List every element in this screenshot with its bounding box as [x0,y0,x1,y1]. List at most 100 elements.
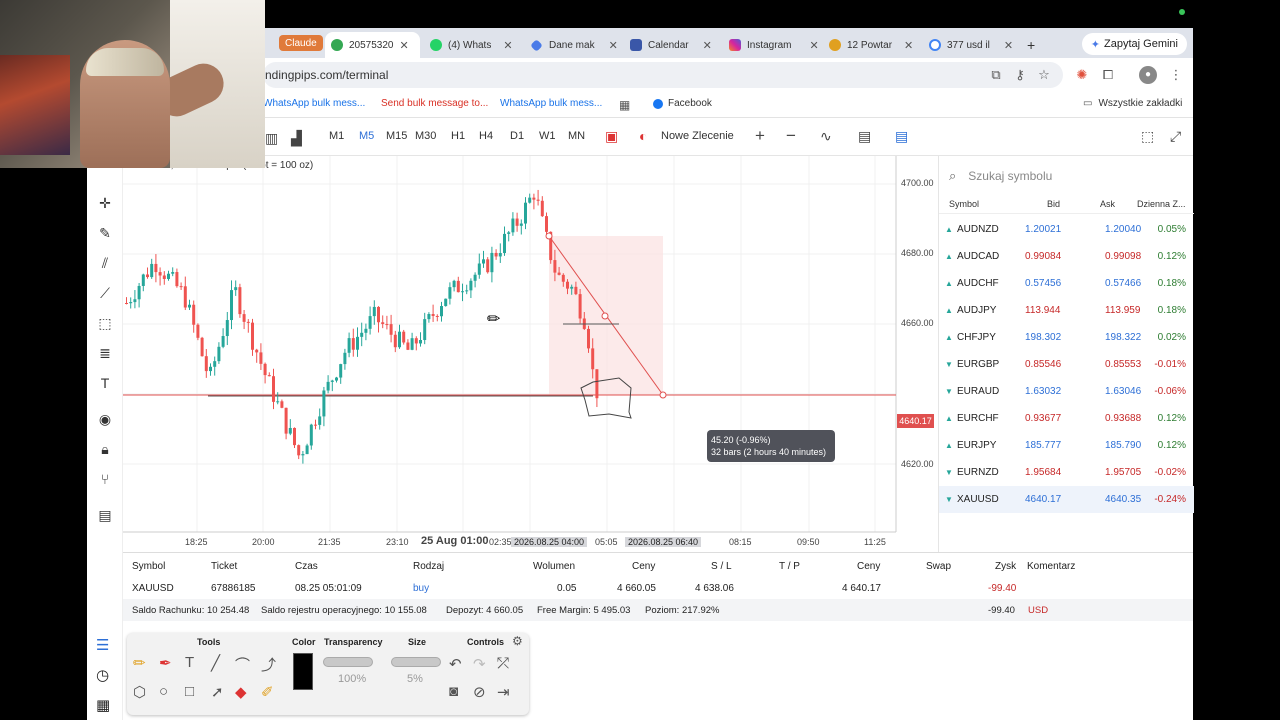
pencil-icon[interactable]: ✏ [133,654,146,672]
undo-icon[interactable]: ↶ [449,655,462,673]
rectangle-tool-icon[interactable]: ⬚ [96,314,114,332]
zoom-in-button[interactable]: + [755,126,765,146]
chart-type-icon[interactable]: ▥ [265,130,278,147]
tab-whatsapp[interactable]: (4) Whats ✕ [430,32,513,58]
exit-icon[interactable]: ⇥ [497,683,510,701]
symbol-row-audcad[interactable]: ▲ AUDCAD 0.99084 0.99098 0.12% [939,243,1194,270]
tab-google[interactable]: 377 usd il ✕ [929,32,1013,58]
new-tab-button[interactable]: + [1027,32,1035,58]
hide-icon[interactable]: ⊘ [473,683,486,701]
timeframe-h4[interactable]: H4 [479,130,493,142]
tab-dane[interactable]: Dane mak ✕ [530,32,618,58]
tree-icon[interactable]: ⑂ [96,470,114,488]
parallel-lines-icon[interactable]: ⫽ [96,254,114,272]
camera-icon[interactable]: ◙ [449,683,458,700]
history-icon[interactable]: ◷ [96,666,109,684]
more-icon[interactable]: ⋮ [1167,66,1185,84]
lock-icon[interactable]: 🔒︎ [96,440,114,458]
symbol-row-eurgbp[interactable]: ▼ EURGBP 0.85546 0.85553 -0.01% [939,351,1194,378]
symbol-row-euraud[interactable]: ▼ EURAUD 1.63032 1.63046 -0.06% [939,378,1194,405]
symbol-row-eurchf[interactable]: ▲ EURCHF 0.93677 0.93688 0.12% [939,405,1194,432]
timeframe-w1[interactable]: W1 [539,130,556,142]
bookmark-facebook[interactable]: Facebook [653,98,712,109]
elbow-icon[interactable]: ⤴ [261,654,276,675]
zoom-out-button[interactable]: − [786,126,796,146]
timeframe-m30[interactable]: M30 [415,130,436,142]
timeframe-m1[interactable]: M1 [329,130,344,142]
star-icon[interactable]: ☆ [1035,66,1053,84]
polygon-icon[interactable]: ⬡ [133,683,146,701]
symbol-row-chfjpy[interactable]: ▲ CHFJPY 198.302 198.322 0.02% [939,324,1194,351]
candlestick-svg[interactable]: ✏ [123,156,938,552]
clear-icon[interactable]: ⤱ [497,655,509,672]
close-icon[interactable]: ✕ [904,39,913,52]
key-icon[interactable]: ⚷ [1011,66,1029,84]
close-icon[interactable]: ✕ [703,39,712,52]
square-icon[interactable]: □ [185,683,194,700]
extension-sparkle-icon[interactable]: ✺ [1073,66,1091,84]
close-icon[interactable]: ✕ [1004,39,1013,52]
bookmark-send-bulk[interactable]: Send bulk message to... [381,98,488,109]
close-icon[interactable]: ✕ [609,39,618,52]
gear-icon[interactable]: ⚙ [512,634,523,648]
tab-powtar[interactable]: 12 Powtar ✕ [829,32,913,58]
highlighter-icon[interactable]: ✐ [261,683,274,701]
bookmark-whatsapp-1[interactable]: WhatsApp bulk mess... [263,98,365,109]
measure-mid-handle[interactable] [601,312,609,320]
curve-icon[interactable]: ⌒ [235,654,250,675]
close-icon[interactable]: ✕ [400,39,409,52]
text-tool-icon[interactable]: T [96,374,114,392]
pen-tool-icon[interactable]: ✎ [96,224,114,242]
price-chart[interactable]: XAUUSD, M5: Gold Spot (1 Lot = 100 oz) [123,156,938,552]
color-swatch[interactable] [293,653,313,690]
stack-icon[interactable]: ▤ [96,506,114,524]
tab-instagram[interactable]: Instagram ✕ [729,32,819,58]
apps-grid-icon[interactable]: ▦ [619,98,630,112]
search-input[interactable]: Szukaj symbolu [968,169,1052,183]
tab-active[interactable]: 20575320 ✕ [325,32,420,58]
marker-icon[interactable]: ✒ [159,654,172,672]
pointer-icon[interactable]: ➚ [211,683,224,701]
gemini-button[interactable]: ✦ Zapytaj Gemini [1081,33,1187,55]
avatar[interactable]: ● [1139,66,1157,84]
text-icon[interactable]: T [185,654,194,671]
tab-group-claude[interactable]: Claude [279,35,323,51]
eraser-icon[interactable]: ◆ [235,683,247,701]
new-order-button[interactable]: Nowe Zlecenie [661,130,734,142]
crosshair-icon[interactable]: ✛ [96,194,114,212]
symbol-search[interactable]: ⌕ Szukaj symbolu [949,166,1184,186]
record-icon[interactable]: ▣ [605,128,618,145]
tab-calendar[interactable]: Calendar ✕ [630,32,712,58]
list-view-icon[interactable]: ▤ [895,128,908,145]
line-icon[interactable]: ╱ [211,654,220,672]
calendar-icon[interactable]: ▤ [858,128,871,145]
fullscreen-icon[interactable]: ⤢ [1170,128,1181,145]
size-slider[interactable] [391,657,441,667]
bookmark-whatsapp-2[interactable]: WhatsApp bulk mess... [500,98,602,109]
symbol-row-eurjpy[interactable]: ▲ EURJPY 185.777 185.790 0.12% [939,432,1194,459]
timeframe-m15[interactable]: M15 [386,130,407,142]
trend-line-icon[interactable]: ⟋ [96,284,114,302]
translate-icon[interactable]: ⧉ [987,66,1005,84]
eye-icon[interactable]: ◉ [96,410,114,428]
circle-icon[interactable]: ○ [159,683,168,700]
close-icon[interactable]: ✕ [503,39,512,52]
measure-start-handle[interactable] [545,232,553,240]
measure-end-handle[interactable] [659,391,667,399]
symbol-row-audchf[interactable]: ▲ AUDCHF 0.57456 0.57466 0.18% [939,270,1194,297]
fib-icon[interactable]: ≣ [96,344,114,362]
timeframe-h1[interactable]: H1 [451,130,465,142]
symbol-row-eurnzd[interactable]: ▼ EURNZD 1.95684 1.95705 -0.02% [939,459,1194,486]
all-bookmarks[interactable]: ▭ Wszystkie zakładki [1083,98,1182,109]
symbol-row-audjpy[interactable]: ▲ AUDJPY 113.944 113.959 0.18% [939,297,1194,324]
puzzle-icon[interactable]: ⧠ [1099,66,1117,84]
symbol-row-xauusd[interactable]: ▼ XAUUSD 4640.17 4640.35 -0.24% [939,486,1194,513]
close-icon[interactable]: ✕ [809,39,818,52]
timeframe-d1[interactable]: D1 [510,130,524,142]
timeframe-mn[interactable]: MN [568,130,585,142]
symbol-row-audnzd[interactable]: ▲ AUDNZD 1.20021 1.20040 0.05% [939,216,1194,243]
list-icon[interactable]: ☰ [96,636,109,654]
timeframe-m5[interactable]: M5 [359,130,374,142]
bars-icon[interactable]: ▟ [291,130,302,147]
url-field[interactable]: ndingpips.com/terminal [263,62,1063,88]
